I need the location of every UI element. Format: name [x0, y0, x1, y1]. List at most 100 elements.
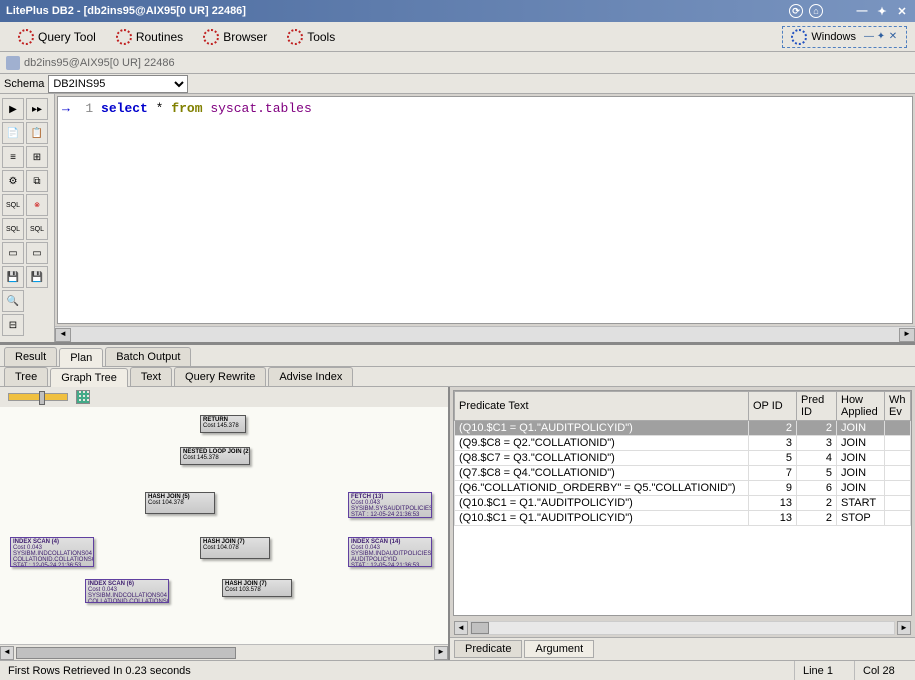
- col-op-id[interactable]: OP ID: [749, 392, 797, 421]
- col-how-applied[interactable]: How Applied: [837, 392, 885, 421]
- saveas-button[interactable]: 💾: [26, 266, 48, 288]
- graph-scroll-left[interactable]: ◄: [0, 646, 14, 660]
- mdi-close[interactable]: ✕: [888, 31, 898, 42]
- connection-string: db2ins95@AIX95[0 UR] 22486: [24, 57, 175, 69]
- menu-browser-label: Browser: [223, 30, 267, 44]
- graph-hscroll[interactable]: ◄ ►: [0, 644, 448, 660]
- tab-result[interactable]: Result: [4, 347, 57, 366]
- sys-icon-2[interactable]: ⌂: [809, 4, 823, 18]
- pred-scroll-left[interactable]: ◄: [454, 621, 468, 635]
- btab-argument[interactable]: Argument: [524, 640, 594, 658]
- grid-toggle-icon[interactable]: [76, 390, 90, 404]
- sys-icon-1[interactable]: ⟳: [789, 4, 803, 18]
- zoom-button[interactable]: 🔍: [2, 290, 24, 312]
- tab-plan[interactable]: Plan: [59, 348, 103, 367]
- plan-node[interactable]: HASH JOIN (7)Cost 104.078: [200, 537, 270, 559]
- subtab-advise-index[interactable]: Advise Index: [268, 367, 353, 386]
- lower-tabset: Result Plan Batch Output: [0, 345, 915, 367]
- table-row[interactable]: (Q7.$C8 = Q4."COLLATIONID")75JOIN: [455, 466, 911, 481]
- tab-batch-output[interactable]: Batch Output: [105, 347, 191, 366]
- plan-node[interactable]: INDEX SCAN (14)Cost 0.043SYSIBM.INDAUDIT…: [348, 537, 432, 567]
- col-pred-id[interactable]: Pred ID: [797, 392, 837, 421]
- menu-query-tool-label: Query Tool: [38, 30, 96, 44]
- titlebar: LitePlus DB2 - [db2ins95@AIX95[0 UR] 224…: [0, 0, 915, 22]
- subtab-tree[interactable]: Tree: [4, 367, 48, 386]
- page2-button[interactable]: ▭: [26, 242, 48, 264]
- btab-predicate[interactable]: Predicate: [454, 640, 522, 658]
- scroll-left[interactable]: ◄: [55, 328, 71, 342]
- kw-select: select: [101, 101, 148, 116]
- sql-table: syscat.tables: [210, 101, 311, 116]
- sql-star: *: [156, 101, 164, 116]
- mdi-buttons: — ✦ ✕: [864, 31, 898, 42]
- scroll-right[interactable]: ►: [899, 328, 915, 342]
- status-line: Line 1: [795, 661, 855, 680]
- schema-select[interactable]: DB2INS95: [48, 75, 188, 93]
- sql1-button[interactable]: SQL: [2, 194, 24, 216]
- graph-canvas[interactable]: RETURNCost 145.378 NESTED LOOP JOIN (2)Co…: [0, 407, 448, 644]
- graph-scroll-right[interactable]: ►: [434, 646, 448, 660]
- pref-button[interactable]: ⚙: [2, 170, 24, 192]
- open-button[interactable]: 📄: [2, 122, 24, 144]
- schema-label: Schema: [4, 78, 44, 90]
- page-button[interactable]: ▭: [2, 242, 24, 264]
- menu-windows[interactable]: Windows — ✦ ✕: [782, 26, 907, 48]
- plan-node[interactable]: FETCH (13)Cost 0.043SYSIBM.SYSAUDITPOLIC…: [348, 492, 432, 518]
- run-script-button[interactable]: ▸▸: [26, 98, 48, 120]
- col-when-eval[interactable]: WhEv: [885, 392, 911, 421]
- tree-button[interactable]: ⊟: [2, 314, 24, 336]
- predicate-pane: Predicate Text OP ID Pred ID How Applied…: [450, 387, 915, 660]
- minimize-button[interactable]: —: [855, 4, 869, 18]
- run-button[interactable]: ▶: [2, 98, 24, 120]
- status-col: Col 28: [855, 661, 915, 680]
- table-row[interactable]: (Q9.$C8 = Q2."COLLATIONID")33JOIN: [455, 436, 911, 451]
- subtab-graph-tree[interactable]: Graph Tree: [50, 368, 128, 387]
- save-button[interactable]: 💾: [2, 266, 24, 288]
- menu-routines[interactable]: Routines: [106, 27, 193, 47]
- editor-hscroll[interactable]: ◄ ►: [55, 326, 915, 342]
- gear-icon: [791, 29, 807, 45]
- table-row[interactable]: (Q10.$C1 = Q1."AUDITPOLICYID")132START: [455, 496, 911, 511]
- plan-node[interactable]: INDEX SCAN (6)Cost 0.043SYSIBM.INDCOLLAT…: [85, 579, 169, 603]
- pred-scroll-thumb[interactable]: [471, 622, 489, 634]
- pred-scroll-right[interactable]: ►: [897, 621, 911, 635]
- new-button[interactable]: 📋: [26, 122, 48, 144]
- sql3-button[interactable]: SQL: [26, 218, 48, 240]
- sql-cancel-button[interactable]: ⊗: [26, 194, 48, 216]
- mdi-minimize[interactable]: —: [864, 31, 874, 42]
- graph-scroll-thumb[interactable]: [16, 647, 236, 659]
- plan-node[interactable]: INDEX SCAN (4)Cost 0.043SYSIBM.INDCOLLAT…: [10, 537, 94, 567]
- list-button[interactable]: ≡: [2, 146, 24, 168]
- window-title: LitePlus DB2 - [db2ins95@AIX95[0 UR] 224…: [6, 5, 789, 17]
- pred-hscroll[interactable]: ◄ ►: [450, 619, 915, 637]
- subtab-text[interactable]: Text: [130, 367, 172, 386]
- table-row[interactable]: (Q6."COLLATIONID_ORDERBY" = Q5."COLLATIO…: [455, 481, 911, 496]
- gear-icon: [287, 29, 303, 45]
- plan-node[interactable]: NESTED LOOP JOIN (2)Cost 145.378: [180, 447, 250, 465]
- maximize-button[interactable]: ✦: [875, 4, 889, 18]
- plan-node[interactable]: HASH JOIN (5)Cost 104.378: [145, 492, 215, 514]
- table-row[interactable]: (Q8.$C7 = Q3."COLLATIONID")54JOIN: [455, 451, 911, 466]
- table-row[interactable]: (Q10.$C1 = Q1."AUDITPOLICYID")22JOIN: [455, 421, 911, 436]
- sql-editor[interactable]: → 1 select * from syscat.tables: [57, 96, 913, 324]
- menu-browser[interactable]: Browser: [193, 27, 277, 47]
- db-icon: [6, 56, 20, 70]
- subtab-query-rewrite[interactable]: Query Rewrite: [174, 367, 266, 386]
- zoom-slider[interactable]: [8, 393, 68, 401]
- grid-button[interactable]: ⊞: [26, 146, 48, 168]
- menu-tools[interactable]: Tools: [277, 27, 345, 47]
- title-sysicons: ⟳ ⌂ — ✦ ✕: [789, 4, 909, 18]
- mdi-maximize[interactable]: ✦: [876, 31, 886, 42]
- gear-icon: [203, 29, 219, 45]
- copy-button[interactable]: ⧉: [26, 170, 48, 192]
- plan-node[interactable]: HASH JOIN (7)Cost 103.578: [222, 579, 292, 597]
- table-row[interactable]: (Q10.$C1 = Q1."AUDITPOLICYID")132STOP: [455, 511, 911, 526]
- close-button[interactable]: ✕: [895, 4, 909, 18]
- menu-routines-label: Routines: [136, 30, 183, 44]
- schema-row: Schema DB2INS95: [0, 74, 915, 94]
- plan-node[interactable]: RETURNCost 145.378: [200, 415, 246, 433]
- sql2-button[interactable]: SQL: [2, 218, 24, 240]
- menu-query-tool[interactable]: Query Tool: [8, 27, 106, 47]
- line-number: 1: [85, 101, 93, 116]
- col-predicate-text[interactable]: Predicate Text: [455, 392, 749, 421]
